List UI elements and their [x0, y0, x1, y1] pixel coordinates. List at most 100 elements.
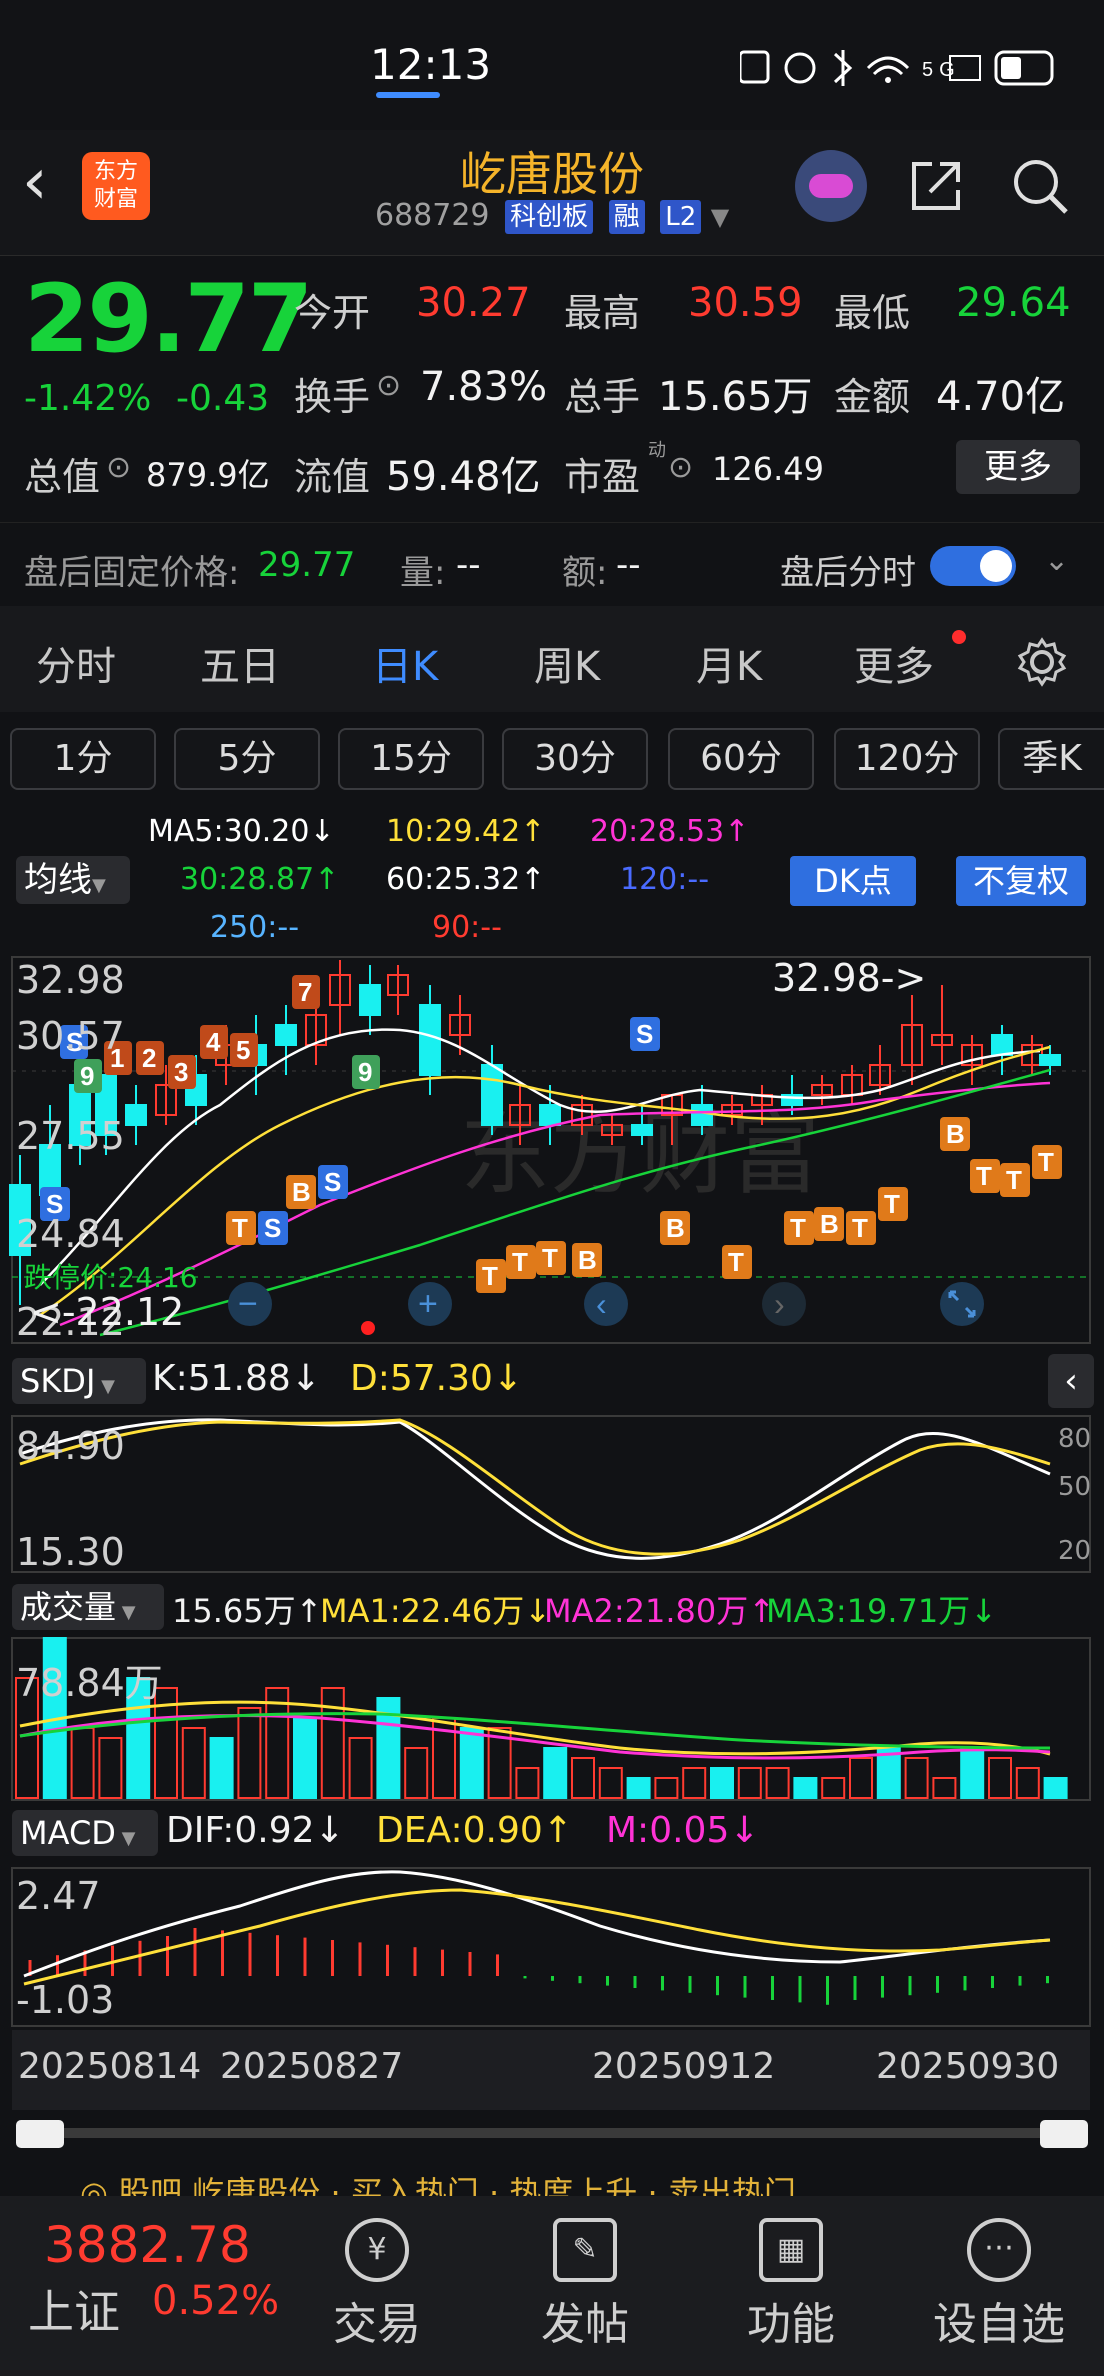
tab-more[interactable]: 更多	[854, 634, 934, 692]
svg-text:5G: 5G	[922, 59, 961, 81]
svg-text:2: 2	[142, 1043, 156, 1073]
stock-code-row[interactable]: 688729 科创板 融 L2 ▼	[375, 198, 729, 234]
interval-quarter[interactable]: 季K	[998, 728, 1104, 790]
open-value: 30.27	[416, 280, 531, 326]
info-icon[interactable]: ⊙	[106, 450, 131, 485]
y-axis-mid3: 24.84	[16, 1212, 125, 1256]
interval-15min[interactable]: 15分	[338, 728, 484, 790]
macd-select-button[interactable]: MACD ▼	[12, 1810, 158, 1856]
collapse-panel-button[interactable]: ‹	[1048, 1354, 1094, 1408]
after-hours-switch-label: 盘后分时	[780, 553, 916, 593]
tab-day-k[interactable]: 日K	[372, 634, 438, 692]
edit-icon: ✎	[553, 2218, 617, 2282]
index-percent[interactable]: 0.52%	[152, 2278, 279, 2324]
range-slider-right-handle[interactable]	[1040, 2120, 1088, 2148]
fullscreen-button[interactable]	[940, 1282, 984, 1326]
y-axis-top: 32.98	[16, 958, 125, 1002]
system-icons: 5G	[738, 50, 1054, 86]
active-tab-indicator	[376, 92, 440, 98]
svg-text:T: T	[790, 1213, 806, 1243]
range-slider-track[interactable]	[16, 2128, 1088, 2138]
candle-body	[691, 1104, 713, 1126]
svg-text:T: T	[976, 1161, 992, 1191]
macd-label: MACD	[20, 1814, 116, 1852]
chevron-down-icon: ▼	[95, 1376, 115, 1397]
minus-icon: −	[238, 1285, 258, 1323]
search-icon[interactable]	[1010, 156, 1070, 216]
interval-120min[interactable]: 120分	[834, 728, 980, 790]
interval-30min[interactable]: 30分	[502, 728, 648, 790]
y-axis-mid1: 30.57	[16, 1014, 125, 1058]
low-label: 最低	[834, 291, 911, 335]
k-line	[19, 1418, 1051, 1560]
candle-body	[631, 1124, 653, 1136]
after-hours-vol-label: 量:	[400, 553, 446, 593]
interval-5min[interactable]: 5分	[174, 728, 320, 790]
volume-bar	[821, 1777, 846, 1799]
interval-60min[interactable]: 60分	[668, 728, 814, 790]
macd-dea: DEA:0.90↑	[376, 1810, 573, 1851]
settings-gear-icon[interactable]	[1016, 636, 1068, 688]
svg-text:9: 9	[80, 1061, 94, 1091]
candle-body	[359, 984, 381, 1016]
chevron-down-icon: ▼	[115, 1828, 136, 1849]
volume-bar	[654, 1777, 679, 1799]
svg-text:T: T	[728, 1247, 744, 1277]
float-value: 59.48亿	[386, 454, 541, 500]
svg-text:T: T	[852, 1213, 868, 1243]
chevron-right-icon: ›	[774, 1286, 785, 1322]
svg-text:T: T	[482, 1261, 498, 1291]
range-slider-left-handle[interactable]	[16, 2120, 64, 2148]
index-name[interactable]: 上证	[28, 2276, 120, 2342]
svg-text:S: S	[324, 1167, 341, 1197]
ma-select-button[interactable]: 均线▼	[16, 856, 130, 904]
volume-bar	[571, 1757, 595, 1799]
tab-month-k[interactable]: 月K	[696, 634, 762, 692]
tab-five-day[interactable]: 五日	[200, 634, 280, 692]
after-hours-toggle[interactable]	[930, 546, 1016, 586]
macd-axis-top: 2.47	[16, 1874, 101, 1918]
adjust-button[interactable]: 不复权	[956, 856, 1086, 906]
skdj-ref-50: 50	[1058, 1472, 1092, 1502]
volume-bar	[932, 1777, 957, 1799]
tab-week-k[interactable]: 周K	[534, 634, 600, 692]
info-icon[interactable]: ⊙	[668, 450, 693, 485]
nav-add-favorite-label: 设自选	[933, 2299, 1065, 2350]
ai-assistant-icon[interactable]	[795, 150, 867, 222]
svg-text:S: S	[264, 1213, 281, 1243]
macd-bars	[28, 1928, 1049, 2005]
ma250-legend: 250:--	[210, 910, 300, 945]
chevron-down-icon[interactable]: ⌄	[1044, 543, 1069, 578]
volume-current: 15.65万↑	[172, 1592, 323, 1630]
skdj-select-button[interactable]: SKDJ ▼	[12, 1358, 146, 1404]
notification-dot	[952, 630, 966, 644]
after-hours-amt: --	[616, 545, 641, 585]
svg-text:B: B	[946, 1119, 965, 1149]
more-dots-icon: ⋯	[967, 2218, 1031, 2282]
min-price-label: <-22.12	[30, 1290, 185, 1334]
interval-1min[interactable]: 1分	[10, 728, 156, 790]
change-percent: -1.42%	[24, 378, 152, 419]
nav-add-favorite[interactable]: ⋯ 设自选	[924, 2200, 1074, 2352]
nav-trade[interactable]: ¥ 交易	[302, 2200, 452, 2352]
period-tabs: 分时 五日 日K 周K 月K 更多	[0, 606, 1104, 712]
date-label: 20250930	[876, 2046, 1060, 2087]
high-label: 最高	[564, 291, 641, 335]
volume-bar	[737, 1767, 762, 1799]
dk-point-button[interactable]: DK点	[790, 856, 916, 906]
chevron-down-icon: ▼	[92, 875, 106, 896]
volume-bar	[459, 1727, 484, 1799]
share-icon[interactable]	[908, 158, 964, 214]
stock-header: ‹ 东方 财富 屹唐股份 688729 科创板 融 L2 ▼	[0, 130, 1104, 256]
more-quote-button[interactable]: 更多	[956, 440, 1080, 494]
index-value[interactable]: 3882.78	[44, 2216, 251, 2274]
svg-text:T: T	[1038, 1147, 1054, 1177]
nav-function[interactable]: ▦ 功能	[716, 2200, 866, 2352]
info-icon[interactable]: ⊙	[376, 368, 401, 403]
nav-function-label: 功能	[747, 2299, 835, 2350]
volume-select-button[interactable]: 成交量 ▼	[12, 1584, 164, 1630]
nav-post[interactable]: ✎ 发帖	[510, 2200, 660, 2352]
volume-bar	[793, 1777, 818, 1799]
skdj-label: SKDJ	[20, 1362, 96, 1400]
tab-intraday[interactable]: 分时	[36, 634, 116, 692]
